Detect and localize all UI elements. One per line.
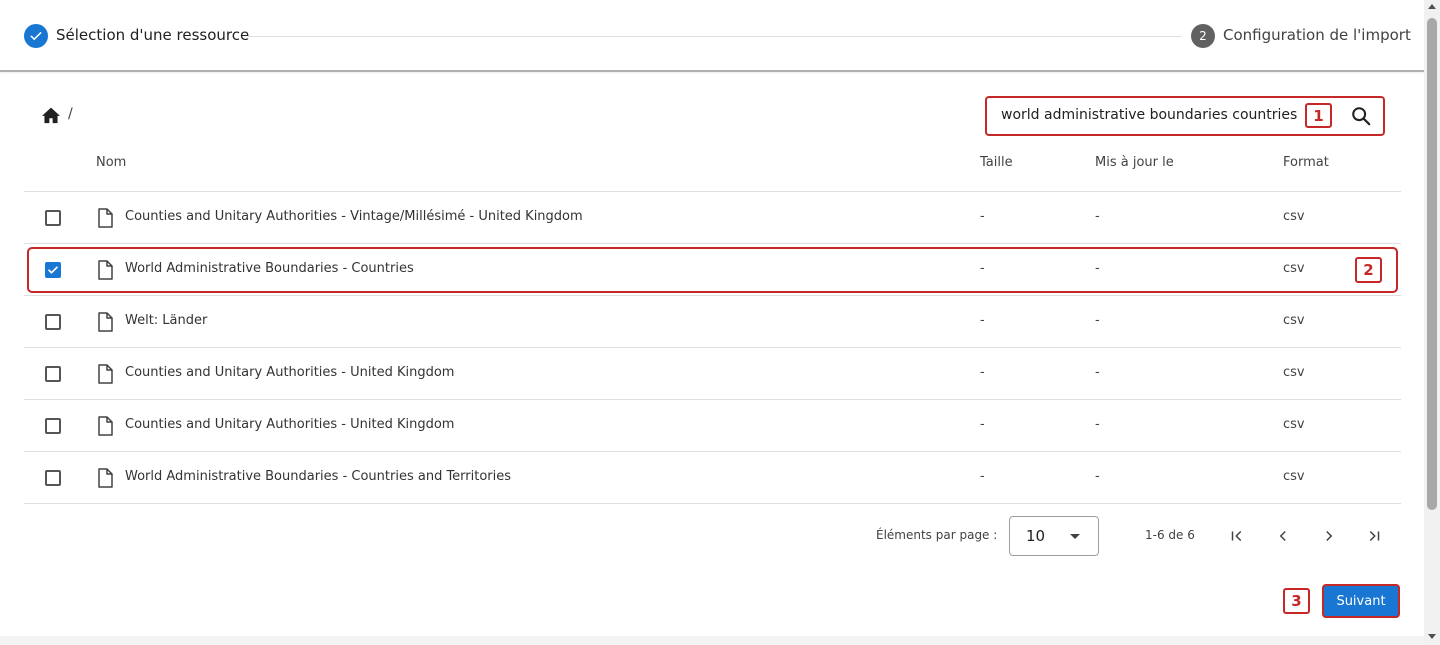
scroll-thumb[interactable] [1427,18,1437,510]
step2-number[interactable]: 2 [1191,24,1215,48]
row-format: csv [1283,365,1305,380]
file-icon [98,364,113,384]
row-size: - [980,365,985,380]
file-icon [98,312,113,332]
table-row[interactable]: Counties and Unitary Authorities - Vinta… [24,192,1401,244]
row-checkbox[interactable] [45,262,61,278]
next-button[interactable]: Suivant [1322,584,1400,618]
scroll-up-arrow-icon[interactable] [1428,4,1436,9]
first-page-icon [1231,530,1242,542]
row-format: csv [1283,417,1305,432]
row-updated: - [1095,261,1100,276]
step1-label[interactable]: Sélection d'une ressource [56,26,249,44]
row-format: csv [1283,313,1305,328]
row-size: - [980,417,985,432]
search-input[interactable] [1001,107,1331,123]
row-size: - [980,469,985,484]
row-format: csv [1283,469,1305,484]
file-icon [98,468,113,488]
file-icon [98,416,113,436]
dropdown-caret-icon [1070,534,1080,539]
page-range: 1-6 de 6 [1145,528,1195,542]
row-updated: - [1095,209,1100,224]
row-name: Welt: Länder [125,313,208,328]
table-row[interactable]: Counties and Unitary Authorities - Unite… [24,348,1401,400]
stepper-connector [248,36,1182,37]
last-page-icon [1369,530,1380,542]
search-icon[interactable] [1350,105,1372,127]
row-name: World Administrative Boundaries - Countr… [125,469,512,484]
table-row[interactable]: Counties and Unitary Authorities - Unite… [24,400,1401,452]
step2-label[interactable]: Configuration de l'import [1223,26,1411,44]
next-page-button[interactable] [1317,524,1341,548]
row-checkbox[interactable] [45,210,61,226]
column-header-size[interactable]: Taille [980,155,1013,170]
row-name: Counties and Unitary Authorities - Unite… [125,417,455,432]
row-name: Counties and Unitary Authorities - Unite… [125,365,455,380]
row-name: World Administrative Boundaries - Countr… [125,261,414,276]
table-header: Nom Taille Mis à jour le Format [24,140,1401,192]
file-icon [98,260,113,280]
column-header-name[interactable]: Nom [96,155,126,170]
row-checkbox[interactable] [45,314,61,330]
previous-page-button[interactable] [1271,524,1295,548]
table-row[interactable]: Welt: Länder - - csv [24,296,1401,348]
scroll-down-arrow-icon[interactable] [1428,634,1436,639]
column-header-format[interactable]: Format [1283,155,1329,170]
last-page-button[interactable] [1362,524,1386,548]
checkmark-icon [48,266,58,274]
row-size: - [980,209,985,224]
home-icon[interactable] [41,106,61,124]
row-updated: - [1095,313,1100,328]
first-page-button[interactable] [1225,524,1249,548]
page-size-select[interactable]: 10 [1009,516,1099,556]
row-size: - [980,261,985,276]
table-row[interactable]: World Administrative Boundaries - Countr… [24,244,1401,296]
file-icon [98,208,113,228]
row-format: csv [1283,209,1305,224]
row-updated: - [1095,469,1100,484]
row-checkbox[interactable] [45,366,61,382]
page-size-value: 10 [1026,527,1046,545]
annotation-marker-1: 1 [1305,103,1332,128]
row-size: - [980,313,985,328]
annotation-marker-2: 2 [1355,257,1382,283]
chevron-left-icon [1279,530,1286,542]
row-checkbox[interactable] [45,418,61,434]
row-checkbox[interactable] [45,470,61,486]
breadcrumb-separator: / [68,106,73,122]
row-updated: - [1095,365,1100,380]
row-updated: - [1095,417,1100,432]
chevron-right-icon [1326,530,1333,542]
row-name: Counties and Unitary Authorities - Vinta… [125,209,583,224]
page-size-label: Éléments par page : [876,528,998,542]
footer-band [0,636,1424,645]
annotation-marker-3: 3 [1283,588,1310,614]
stepper: Sélection d'une ressource 2 Configuratio… [0,0,1424,72]
table-row[interactable]: World Administrative Boundaries - Countr… [24,452,1401,504]
scrollbar[interactable] [1424,0,1440,645]
step1-check-icon[interactable] [24,24,48,48]
column-header-updated[interactable]: Mis à jour le [1095,155,1174,170]
row-format: csv [1283,261,1305,276]
